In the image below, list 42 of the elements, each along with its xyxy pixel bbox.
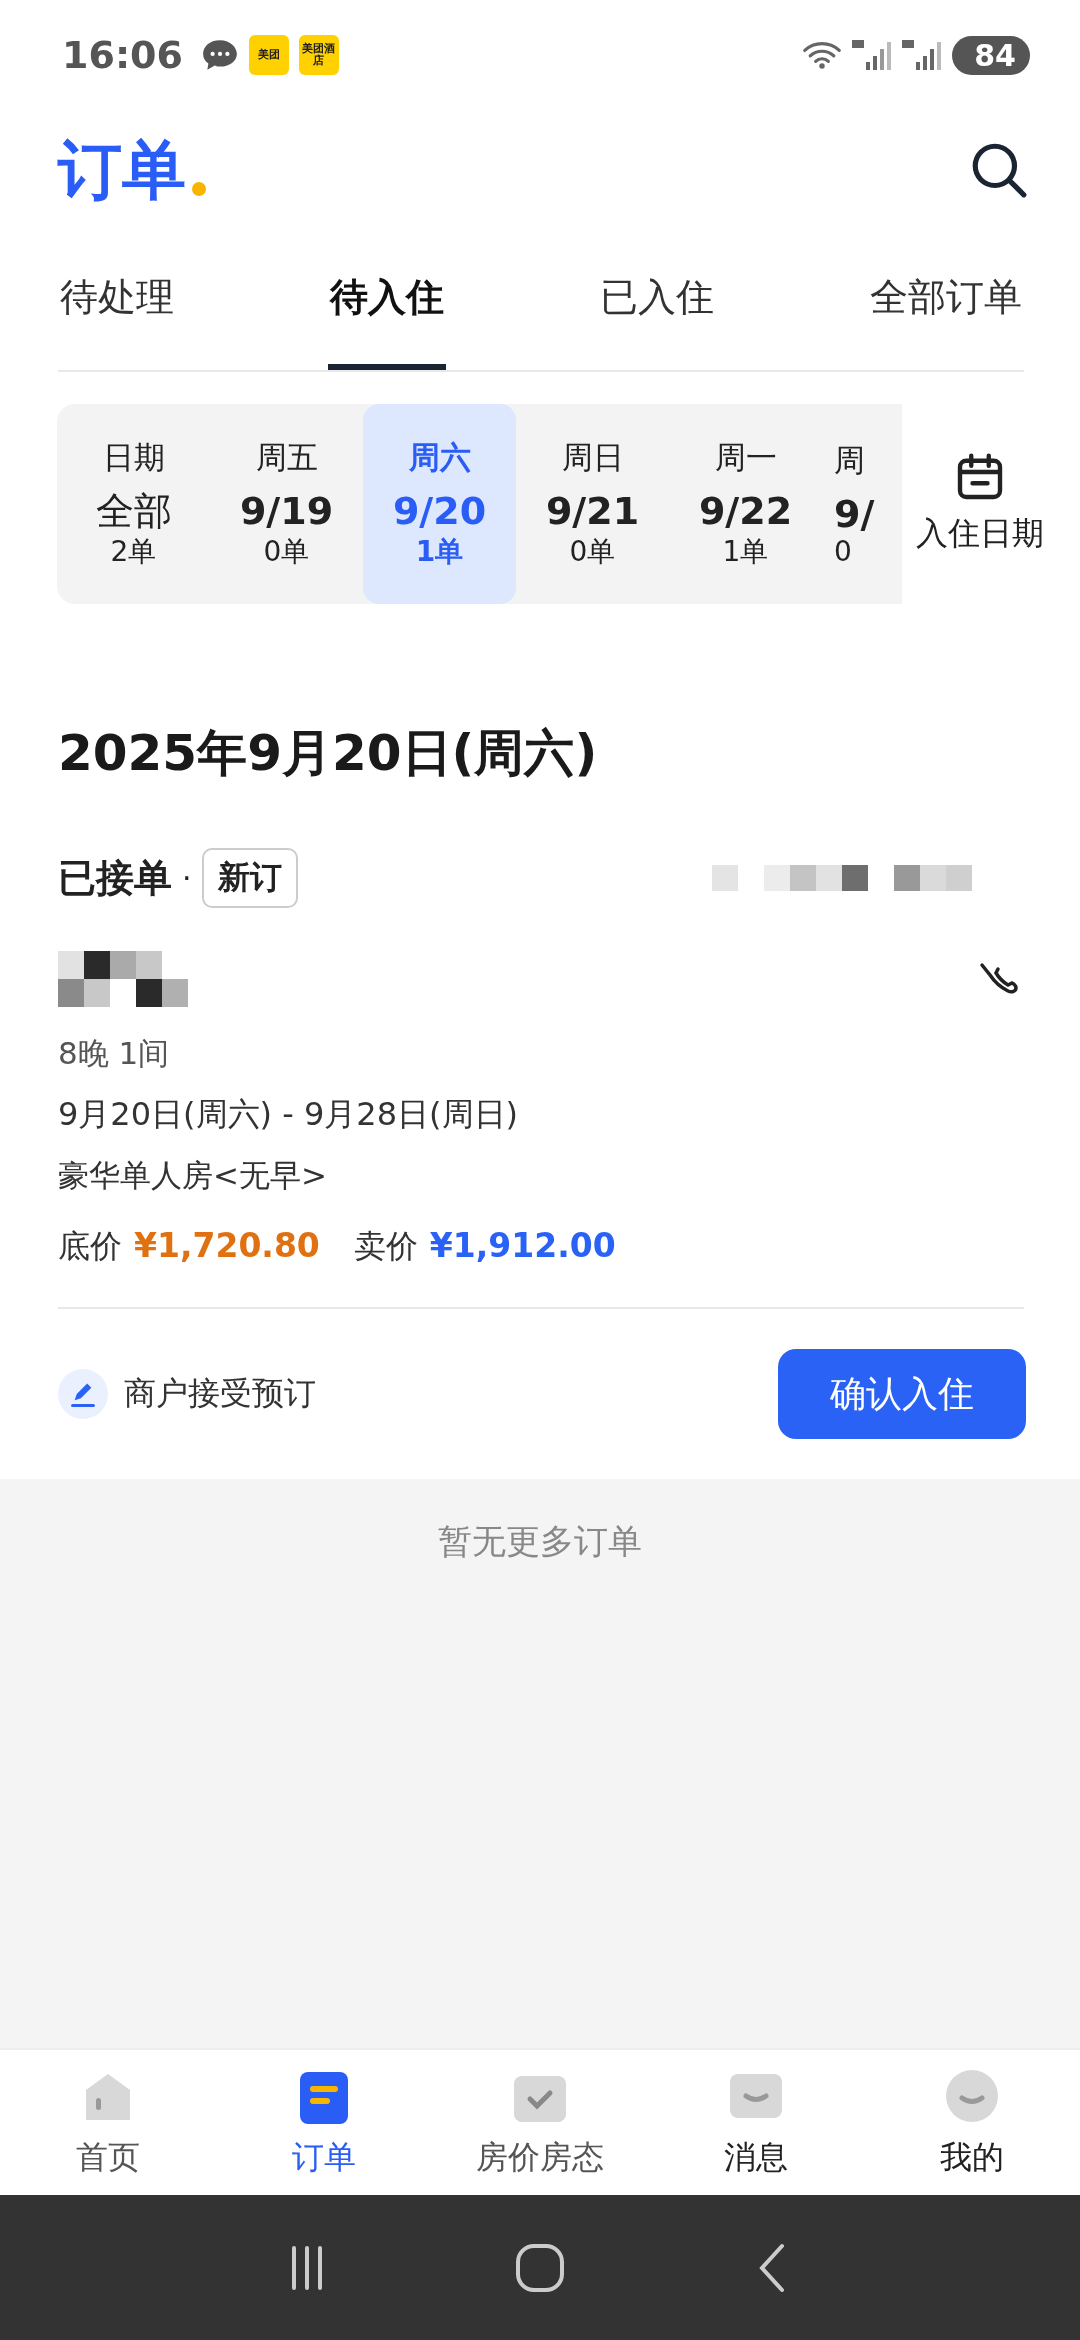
price-label: 底价 (58, 1226, 122, 1267)
price-amount: ¥1,912.00 (429, 1226, 616, 1265)
confirm-checkin-button[interactable]: 确认入住 (778, 1349, 1026, 1439)
merchant-note: 商户接受预订 (124, 1373, 316, 1414)
checkin-date-button[interactable]: 入住日期 (916, 452, 1044, 556)
date-item[interactable]: 日期 全部 2单 (57, 404, 210, 604)
room-type: 豪华单人房<无早> (58, 1156, 328, 1195)
nav-tab[interactable]: 首页 (0, 2050, 216, 2195)
stay-length: 8晚 1间 (58, 1034, 171, 1073)
status-time: 16:06 (62, 33, 183, 77)
app-notification-icon: 美团酒店 (298, 35, 339, 75)
order-tab[interactable]: 全部订单 (868, 230, 1024, 370)
order-tab[interactable]: 待入住 (328, 230, 446, 370)
nav-tab[interactable]: 消息 (648, 2050, 864, 2195)
order-status: 已接单 (58, 854, 172, 902)
battery-level: 84 (952, 35, 1030, 75)
calendar-icon[interactable] (955, 452, 1005, 502)
date-item[interactable]: 周五 9/19 0单 (210, 404, 363, 604)
date-item[interactable]: 周日 9/21 0单 (516, 404, 669, 604)
date-item[interactable]: 周 9/ 0 (822, 404, 902, 604)
pencil-icon (58, 1369, 108, 1419)
empty-message: 暂无更多订单 (438, 1520, 642, 1563)
nav-tab[interactable]: 房价房态 (432, 2050, 648, 2195)
stay-dates: 9月20日(周六) - 9月28日(周日) (58, 1094, 519, 1135)
price-label: 卖价 (353, 1226, 418, 1267)
nav-tab[interactable]: 我的 (864, 2050, 1080, 2195)
page-title: 订单 (58, 131, 186, 209)
signal-icon (902, 38, 943, 72)
date-item[interactable]: 周六 9/20 1单 (363, 404, 516, 604)
date-heading: 2025年9月20日(周六) (58, 723, 599, 784)
app-notification-icon: 美团 (248, 35, 289, 75)
title-dot-icon (192, 182, 206, 196)
price-amount: ¥1,720.80 (134, 1226, 320, 1265)
new-order-tag: 新订 (201, 848, 298, 908)
signal-icon (852, 38, 893, 72)
chat-bubble-icon (200, 38, 239, 72)
order-tab[interactable]: 待处理 (58, 230, 176, 370)
order-tab[interactable]: 已入住 (598, 230, 716, 370)
separator-dot: · (182, 860, 192, 896)
nav-tab[interactable]: 订单 (216, 2050, 432, 2195)
date-item[interactable]: 周一 9/22 1单 (669, 404, 822, 604)
home-icon[interactable] (515, 2242, 565, 2293)
